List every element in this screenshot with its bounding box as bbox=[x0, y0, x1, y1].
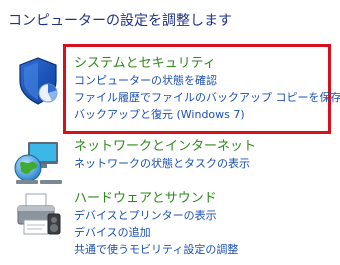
category-heading-network-internet[interactable]: ネットワークとインターネット bbox=[74, 138, 256, 155]
category-heading-system-security[interactable]: システムとセキュリティ bbox=[74, 55, 340, 72]
printer-icon[interactable] bbox=[12, 190, 64, 242]
shield-icon[interactable] bbox=[12, 55, 64, 107]
link-view-network-status[interactable]: ネットワークの状態とタスクの表示 bbox=[74, 155, 256, 172]
link-check-computer-status[interactable]: コンピューターの状態を確認 bbox=[74, 72, 340, 89]
control-panel-home: コンピューターの設定を調整します システムとセキュリティ コンピューターの状態を… bbox=[0, 0, 340, 265]
link-add-device[interactable]: デバイスの追加 bbox=[74, 224, 238, 241]
link-mobility-settings[interactable]: 共通で使うモビリティ設定の調整 bbox=[74, 241, 238, 258]
link-devices-printers[interactable]: デバイスとプリンターの表示 bbox=[74, 207, 238, 224]
link-backup-restore-windows7[interactable]: バックアップと復元 (Windows 7) bbox=[74, 106, 340, 123]
link-file-history-backup[interactable]: ファイル履歴でファイルのバックアップ コピーを保存 bbox=[74, 89, 340, 106]
network-globe-icon[interactable] bbox=[12, 138, 64, 190]
page-title: コンピューターの設定を調整します bbox=[8, 13, 232, 29]
category-heading-hardware-sound[interactable]: ハードウェアとサウンド bbox=[74, 190, 238, 207]
